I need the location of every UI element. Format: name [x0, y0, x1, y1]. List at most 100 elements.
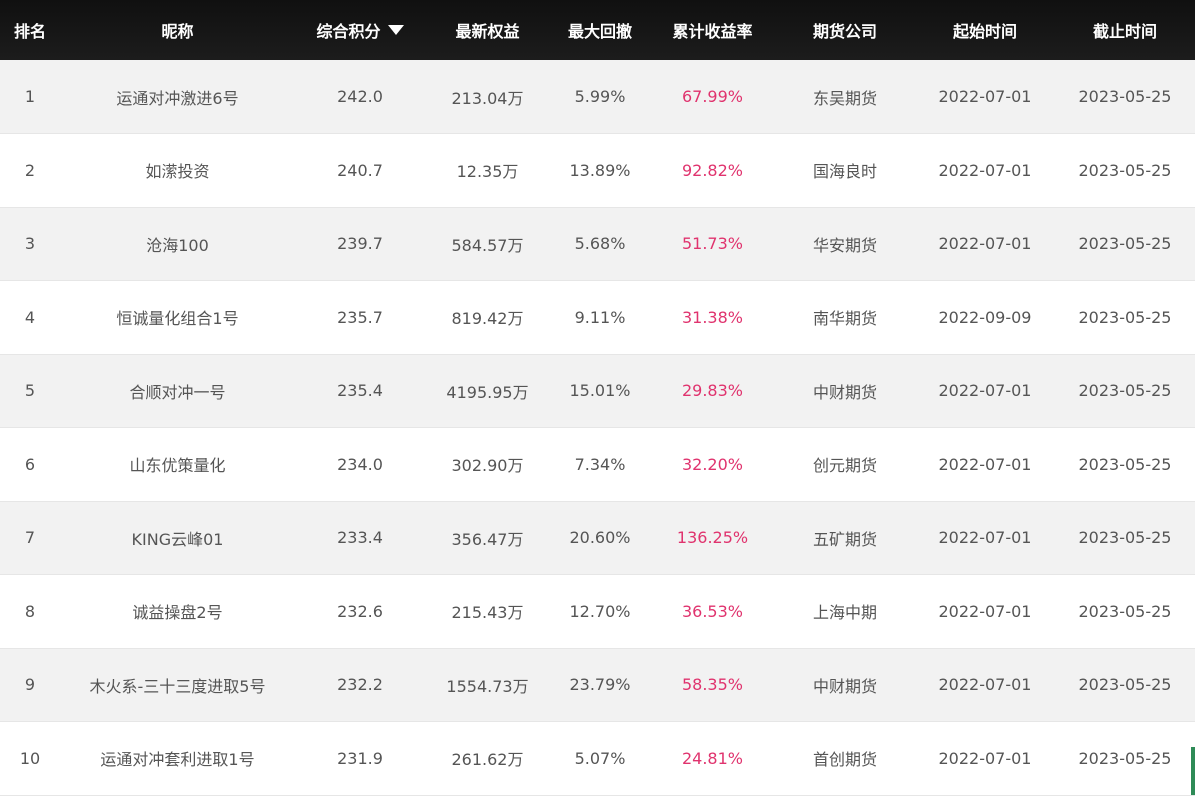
cell-end-date: 2023-05-25 [1078, 601, 1172, 621]
cell-start-date: 2022-07-01 [938, 160, 1032, 180]
cell-rank: 6 [24, 454, 36, 474]
cell-score: 232.6 [337, 601, 383, 621]
table-body: 1 运通对冲激进6号 242.0 213.04万 5.99% 67.99% 东吴… [0, 60, 1195, 795]
ranking-table: 排名 昵称 综合积分 最新权益 最大回撤 累计收益率 期货公司 起始时间 截止时… [0, 0, 1195, 796]
cell-rank: 7 [24, 528, 36, 548]
cell-score: 234.0 [337, 454, 383, 474]
cell-nickname[interactable]: KING云峰01 [60, 501, 295, 575]
cell-end-date: 2023-05-25 [1078, 307, 1172, 327]
cell-nickname[interactable]: 合顺对冲一号 [60, 354, 295, 428]
cell-company: 南华期货 [812, 309, 877, 329]
header-start[interactable]: 起始时间 [915, 0, 1055, 60]
cell-score: 235.4 [337, 381, 383, 401]
cell-return: 51.73% [681, 234, 743, 254]
cell-rank: 5 [24, 381, 36, 401]
table-row[interactable]: 8 诚益操盘2号 232.6 215.43万 12.70% 36.53% 上海中… [0, 574, 1195, 649]
header-return[interactable]: 累计收益率 [650, 0, 775, 60]
header-company-label: 期货公司 [812, 22, 877, 41]
header-equity-label: 最新权益 [455, 22, 520, 41]
cell-return: 36.53% [681, 601, 743, 621]
table-row[interactable]: 3 沧海100 239.7 584.57万 5.68% 51.73% 华安期货 … [0, 207, 1195, 281]
cell-drawdown: 5.07% [574, 748, 626, 768]
cell-nickname[interactable]: 木火系-三十三度进取5号 [60, 648, 295, 722]
cell-drawdown: 13.89% [569, 160, 631, 180]
sort-descending-icon[interactable] [387, 25, 404, 35]
cell-equity: 213.04万 [451, 88, 524, 108]
cell-nickname[interactable]: 沧海100 [60, 207, 295, 281]
table-row[interactable]: 7 KING云峰01 233.4 356.47万 20.60% 136.25% … [0, 501, 1195, 575]
header-drawdown[interactable]: 最大回撤 [550, 0, 650, 60]
table-row[interactable]: 1 运通对冲激进6号 242.0 213.04万 5.99% 67.99% 东吴… [0, 60, 1195, 134]
cell-nickname[interactable]: 诚益操盘2号 [60, 575, 295, 649]
table-row[interactable]: 4 恒诚量化组合1号 235.7 819.42万 9.11% 31.38% 南华… [0, 280, 1195, 355]
cell-rank: 1 [24, 87, 36, 106]
cell-equity: 215.43万 [451, 603, 524, 623]
cell-start-date: 2022-07-01 [938, 748, 1032, 768]
cell-end-date: 2023-05-25 [1078, 234, 1172, 254]
cell-start-date: 2022-09-09 [938, 307, 1032, 327]
header-nickname[interactable]: 昵称 [60, 0, 295, 60]
cell-rank: 2 [24, 160, 36, 180]
header-nickname-label: 昵称 [161, 22, 194, 41]
cell-end-date: 2023-05-25 [1078, 454, 1172, 474]
cell-company: 上海中期 [812, 603, 877, 623]
cell-equity: 584.57万 [451, 235, 524, 255]
cell-return: 136.25% [676, 528, 749, 548]
cell-end-date: 2023-05-25 [1078, 748, 1172, 768]
cell-return: 31.38% [681, 307, 743, 327]
header-company[interactable]: 期货公司 [775, 0, 915, 60]
table-row[interactable]: 10 运通对冲套利进取1号 231.9 261.62万 5.07% 24.81%… [0, 721, 1195, 796]
table-row[interactable]: 9 木火系-三十三度进取5号 232.2 1554.73万 23.79% 58.… [0, 648, 1195, 722]
cell-rank: 3 [24, 234, 36, 254]
cell-start-date: 2022-07-01 [938, 87, 1032, 106]
cell-equity: 12.35万 [456, 162, 519, 182]
cell-drawdown: 12.70% [569, 601, 631, 621]
cell-end-date: 2023-05-25 [1078, 381, 1172, 401]
table-row[interactable]: 6 山东优策量化 234.0 302.90万 7.34% 32.20% 创元期货… [0, 427, 1195, 502]
cell-nickname[interactable]: 运通对冲激进6号 [60, 60, 295, 134]
cell-start-date: 2022-07-01 [938, 454, 1032, 474]
header-row: 排名 昵称 综合积分 最新权益 最大回撤 累计收益率 期货公司 起始时间 截止时… [0, 0, 1195, 60]
table-row[interactable]: 2 如潆投资 240.7 12.35万 13.89% 92.82% 国海良时 2… [0, 133, 1195, 208]
cell-return: 67.99% [681, 87, 743, 106]
cell-score: 231.9 [337, 748, 383, 768]
cell-nickname[interactable]: 恒诚量化组合1号 [60, 281, 295, 355]
cell-drawdown: 23.79% [569, 675, 631, 695]
header-return-label: 累计收益率 [672, 22, 753, 41]
cell-score: 235.7 [337, 307, 383, 327]
cell-rank: 9 [24, 675, 36, 695]
cell-start-date: 2022-07-01 [938, 381, 1032, 401]
table-row[interactable]: 5 合顺对冲一号 235.4 4195.95万 15.01% 29.83% 中财… [0, 354, 1195, 428]
cell-start-date: 2022-07-01 [938, 528, 1032, 548]
header-equity[interactable]: 最新权益 [425, 0, 550, 60]
cell-drawdown: 15.01% [569, 381, 631, 401]
cell-equity: 4195.95万 [446, 382, 529, 402]
cell-company: 五矿期货 [812, 529, 877, 549]
cell-equity: 819.42万 [451, 309, 524, 329]
cell-end-date: 2023-05-25 [1078, 528, 1172, 548]
cell-score: 233.4 [337, 528, 383, 548]
cell-rank: 10 [19, 748, 41, 768]
cell-return: 58.35% [681, 675, 743, 695]
cell-return: 29.83% [681, 381, 743, 401]
header-end[interactable]: 截止时间 [1055, 0, 1195, 60]
cell-nickname[interactable]: 运通对冲套利进取1号 [60, 722, 295, 796]
cell-company: 东吴期货 [812, 88, 877, 108]
header-drawdown-label: 最大回撤 [567, 22, 632, 41]
cell-company: 中财期货 [812, 676, 877, 696]
cell-nickname[interactable]: 如潆投资 [60, 134, 295, 208]
cell-company: 国海良时 [812, 162, 877, 182]
cell-score: 240.7 [337, 160, 383, 180]
scrollbar-thumb[interactable] [1191, 747, 1195, 795]
cell-score: 239.7 [337, 234, 383, 254]
cell-end-date: 2023-05-25 [1078, 675, 1172, 695]
header-score[interactable]: 综合积分 [295, 0, 425, 60]
cell-drawdown: 5.68% [574, 234, 626, 254]
table-header: 排名 昵称 综合积分 最新权益 最大回撤 累计收益率 期货公司 起始时间 截止时… [0, 0, 1195, 60]
cell-end-date: 2023-05-25 [1078, 160, 1172, 180]
cell-nickname[interactable]: 山东优策量化 [60, 428, 295, 502]
header-start-label: 起始时间 [952, 22, 1017, 41]
cell-return: 32.20% [681, 454, 743, 474]
cell-drawdown: 7.34% [574, 454, 626, 474]
header-rank[interactable]: 排名 [0, 0, 60, 60]
